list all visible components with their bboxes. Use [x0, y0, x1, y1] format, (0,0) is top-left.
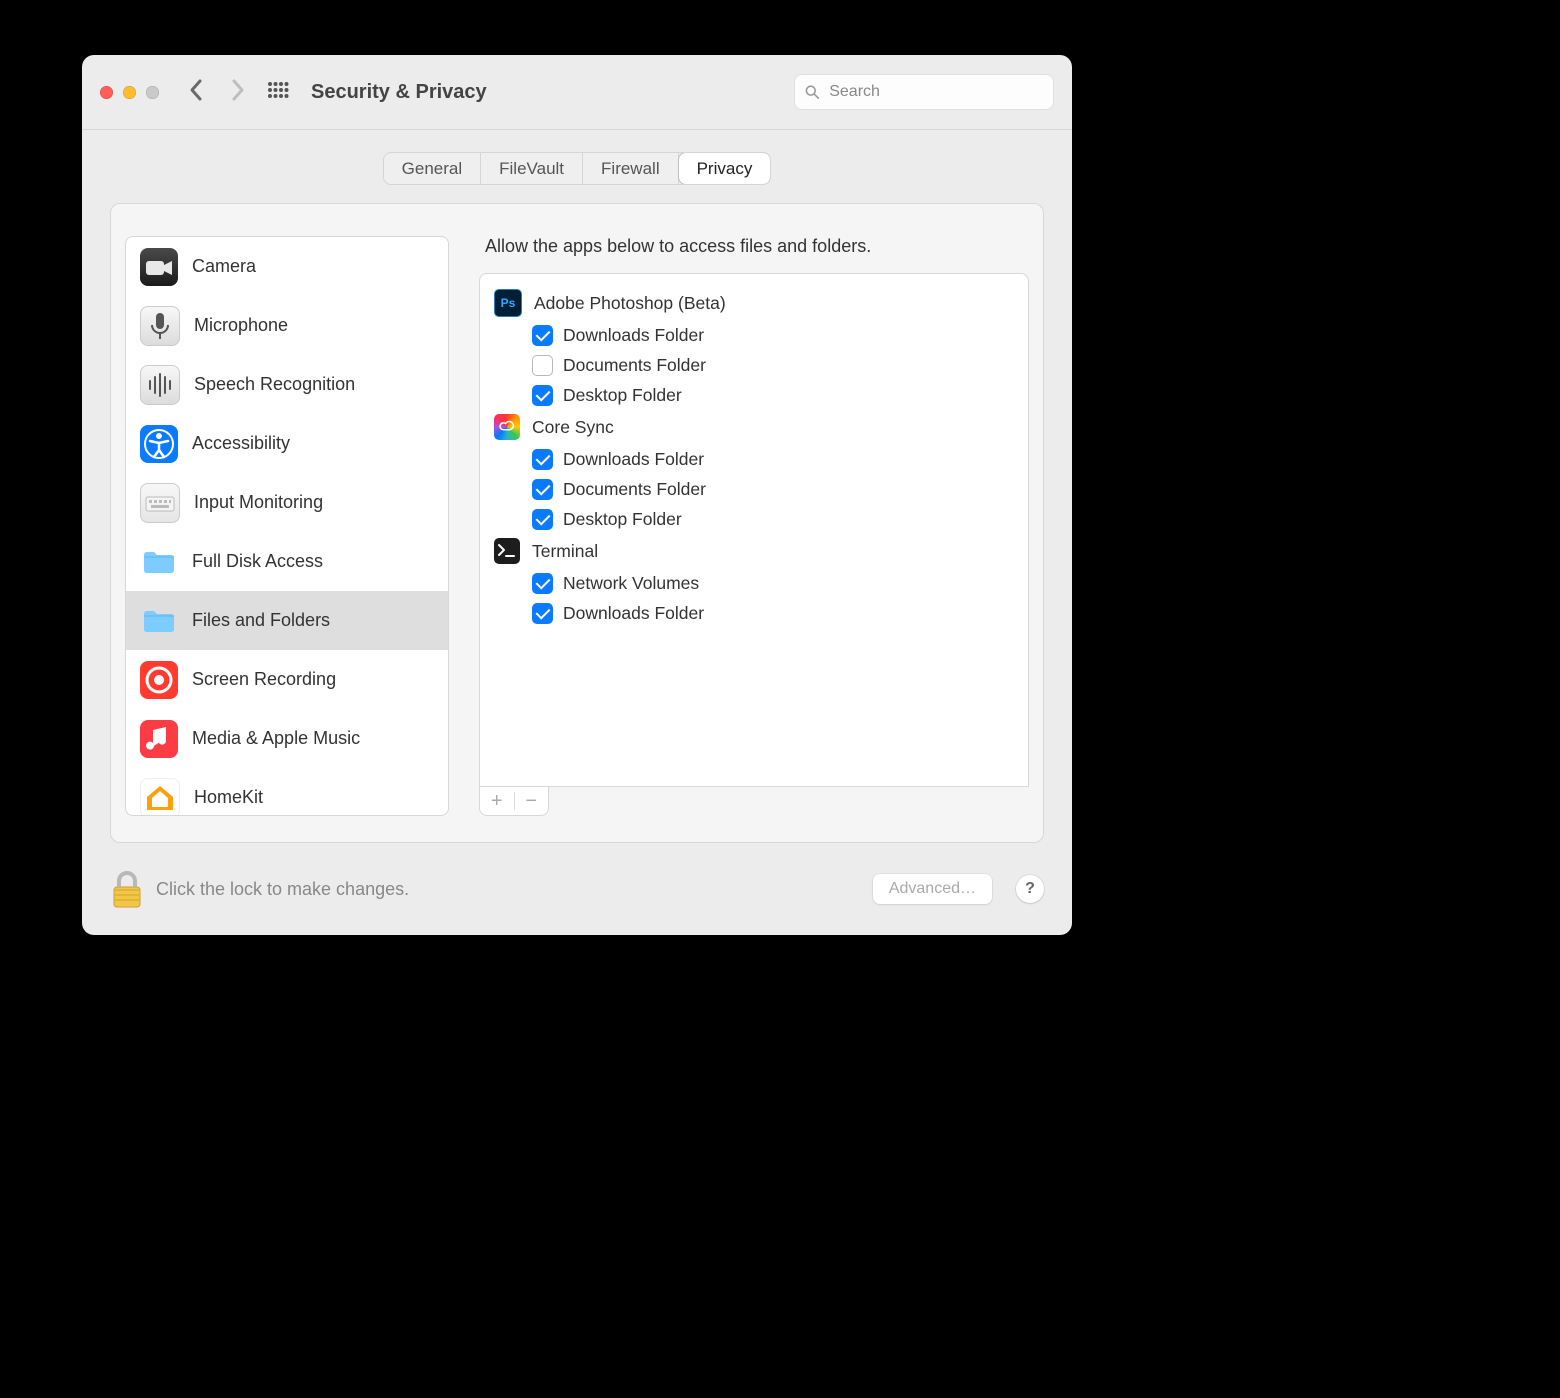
toolbar: Security & Privacy [82, 55, 1072, 130]
permission-row[interactable]: Desktop Folder [494, 380, 1014, 410]
checkbox[interactable] [532, 449, 553, 470]
search-input[interactable] [827, 82, 1043, 102]
permission-label: Documents Folder [563, 479, 706, 500]
sidebar-item-input-monitoring[interactable]: Input Monitoring [126, 473, 448, 532]
checkbox[interactable] [532, 355, 553, 376]
permission-row[interactable]: Documents Folder [494, 474, 1014, 504]
detail-header: Allow the apps below to access files and… [485, 236, 1029, 257]
remove-button: − [515, 788, 549, 814]
folder-icon [140, 543, 178, 581]
permission-label: Documents Folder [563, 355, 706, 376]
permission-row[interactable]: Downloads Folder [494, 598, 1014, 628]
permission-label: Downloads Folder [563, 603, 704, 624]
sidebar-item-accessibility[interactable]: Accessibility [126, 414, 448, 473]
sidebar-item-label: Screen Recording [192, 669, 336, 690]
permission-label: Desktop Folder [563, 509, 682, 530]
lock-icon [110, 869, 144, 909]
search-field[interactable] [794, 74, 1054, 110]
app-row[interactable]: Ps Adobe Photoshop (Beta) [494, 286, 1014, 320]
back-button[interactable] [187, 76, 207, 109]
sidebar-item-homekit[interactable]: HomeKit [126, 768, 448, 816]
app-name: Core Sync [532, 417, 614, 438]
folder-icon [140, 602, 178, 640]
permission-row[interactable]: Downloads Folder [494, 320, 1014, 350]
nav-arrows [187, 76, 247, 109]
permission-row[interactable]: Desktop Folder [494, 504, 1014, 534]
app-name: Adobe Photoshop (Beta) [534, 293, 726, 314]
window-controls [100, 86, 159, 99]
app-list[interactable]: Ps Adobe Photoshop (Beta) Downloads Fold… [479, 273, 1029, 787]
detail-pane: Allow the apps below to access files and… [463, 236, 1029, 816]
home-icon [140, 778, 180, 817]
microphone-icon [140, 306, 180, 346]
sidebar-item-label: Media & Apple Music [192, 728, 360, 749]
checkbox[interactable] [532, 385, 553, 406]
sidebar-item-label: Speech Recognition [194, 374, 355, 395]
sidebar-item-speech[interactable]: Speech Recognition [126, 355, 448, 414]
lock-text: Click the lock to make changes. [156, 879, 409, 900]
minimize-window-button[interactable] [123, 86, 136, 99]
permission-label: Downloads Folder [563, 449, 704, 470]
grid-icon [267, 81, 289, 103]
checkbox[interactable] [532, 603, 553, 624]
permission-label: Desktop Folder [563, 385, 682, 406]
window-title: Security & Privacy [311, 81, 487, 104]
checkbox[interactable] [532, 479, 553, 500]
tab-privacy[interactable]: Privacy [679, 153, 771, 184]
lock-button[interactable] [110, 869, 144, 909]
preferences-window: Security & Privacy General FileVault Fir… [82, 55, 1072, 935]
sidebar-item-label: Input Monitoring [194, 492, 323, 513]
show-all-button[interactable] [267, 81, 289, 103]
permission-label: Network Volumes [563, 573, 699, 594]
search-icon [805, 84, 819, 100]
sidebar-item-microphone[interactable]: Microphone [126, 296, 448, 355]
app-row[interactable]: Core Sync [494, 410, 1014, 444]
close-window-button[interactable] [100, 86, 113, 99]
speech-icon [140, 365, 180, 405]
sidebar-item-label: Microphone [194, 315, 288, 336]
photoshop-icon: Ps [494, 289, 522, 317]
add-remove-controls: + − [479, 787, 549, 816]
app-row[interactable]: Terminal [494, 534, 1014, 568]
tab-filevault[interactable]: FileVault [481, 153, 583, 184]
checkbox[interactable] [532, 325, 553, 346]
forward-button [227, 76, 247, 109]
record-icon [140, 661, 178, 699]
sidebar-item-label: Files and Folders [192, 610, 330, 631]
sidebar-item-files-folders[interactable]: Files and Folders [126, 591, 448, 650]
camera-icon [140, 248, 178, 286]
zoom-window-button[interactable] [146, 86, 159, 99]
permission-row[interactable]: Documents Folder [494, 350, 1014, 380]
help-button[interactable]: ? [1016, 875, 1044, 903]
checkbox[interactable] [532, 509, 553, 530]
advanced-button[interactable]: Advanced… [873, 874, 992, 904]
creative-cloud-icon [494, 414, 520, 440]
sidebar-item-screen-recording[interactable]: Screen Recording [126, 650, 448, 709]
keyboard-icon [140, 483, 180, 523]
tabs: General FileVault Firewall Privacy [82, 130, 1072, 185]
sidebar-item-media-music[interactable]: Media & Apple Music [126, 709, 448, 768]
sidebar-item-camera[interactable]: Camera [126, 237, 448, 296]
sidebar-item-full-disk[interactable]: Full Disk Access [126, 532, 448, 591]
app-name: Terminal [532, 541, 598, 562]
footer: Click the lock to make changes. Advanced… [82, 843, 1072, 935]
privacy-sidebar[interactable]: Camera Microphone Speech Recognition [125, 236, 449, 816]
checkbox[interactable] [532, 573, 553, 594]
permission-row[interactable]: Network Volumes [494, 568, 1014, 598]
chevron-right-icon [227, 76, 247, 104]
terminal-icon [494, 538, 520, 564]
permission-label: Downloads Folder [563, 325, 704, 346]
tab-general[interactable]: General [384, 153, 481, 184]
tab-firewall[interactable]: Firewall [583, 153, 679, 184]
accessibility-icon [140, 425, 178, 463]
sidebar-item-label: HomeKit [194, 787, 263, 808]
music-icon [140, 720, 178, 758]
permission-row[interactable]: Downloads Folder [494, 444, 1014, 474]
sidebar-item-label: Full Disk Access [192, 551, 323, 572]
add-button: + [480, 788, 514, 814]
chevron-left-icon [187, 76, 207, 104]
sidebar-item-label: Accessibility [192, 433, 290, 454]
sidebar-item-label: Camera [192, 256, 256, 277]
